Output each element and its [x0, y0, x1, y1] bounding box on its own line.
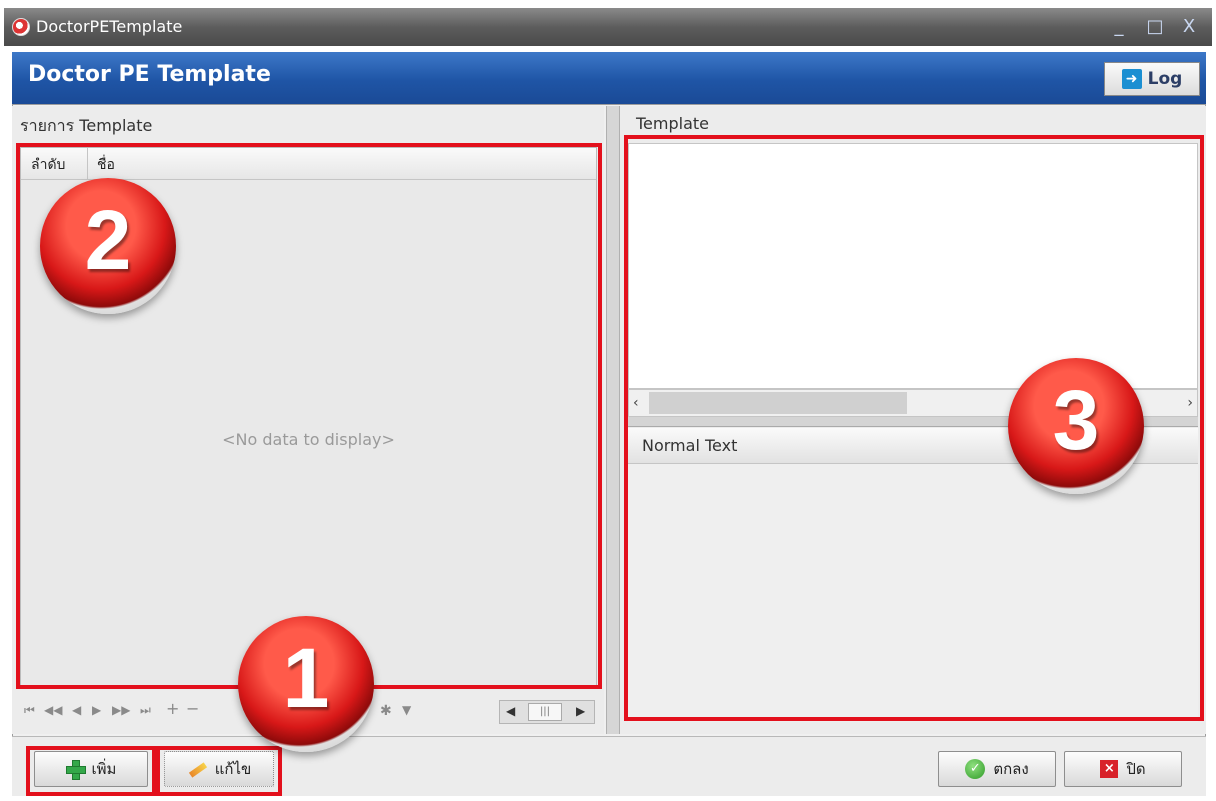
first-page-icon[interactable]: ⏮	[24, 703, 35, 718]
maximize-button[interactable]: □	[1142, 14, 1168, 40]
close-window-button[interactable]: X	[1176, 14, 1202, 40]
app-header: Doctor PE Template ➜ Log	[12, 52, 1206, 104]
next-page-icon[interactable]: ▶▶	[112, 703, 130, 717]
annotation-badge-1: 1	[238, 616, 374, 752]
template-caption: Template	[636, 114, 710, 133]
minimize-button[interactable]: _	[1106, 14, 1132, 40]
close-icon: ×	[1100, 760, 1119, 778]
next-record-icon[interactable]: ▶	[92, 703, 101, 717]
annotation-badge-2: 2	[40, 178, 176, 314]
prev-record-icon[interactable]: ◀	[72, 703, 81, 717]
last-page-icon[interactable]: ⏭	[140, 703, 151, 718]
app-logo-icon	[12, 18, 30, 36]
scroll-left-icon[interactable]: ◀	[506, 704, 515, 718]
template-list-caption: รายการ Template	[20, 116, 153, 135]
close-button-label: ปิด	[1126, 760, 1146, 778]
log-button[interactable]: ➜ Log	[1104, 62, 1200, 96]
ok-button[interactable]: ✓ ตกลง	[938, 751, 1056, 787]
grid-horizontal-scrollbar[interactable]: ◀ ||| ▶	[499, 700, 595, 724]
ok-button-label: ตกลง	[993, 760, 1029, 778]
page-title: Doctor PE Template	[28, 62, 271, 87]
check-icon: ✓	[965, 759, 986, 779]
annotation-box-edit	[156, 746, 282, 796]
delete-record-icon[interactable]: −	[186, 699, 199, 718]
cancel-edit-icon[interactable]: ✱	[380, 703, 392, 719]
log-icon: ➜	[1121, 69, 1142, 89]
annotation-badge-3: 3	[1008, 358, 1144, 494]
append-record-icon[interactable]: +	[166, 699, 179, 718]
scroll-right-icon[interactable]: ▶	[576, 704, 585, 718]
annotation-box-add	[26, 746, 156, 796]
window-title: DoctorPETemplate	[36, 17, 183, 36]
close-button[interactable]: × ปิด	[1064, 751, 1182, 787]
scroll-thumb[interactable]: |||	[528, 703, 562, 721]
prev-page-icon[interactable]: ◀◀	[44, 703, 62, 717]
filter-icon[interactable]: ▼	[402, 703, 411, 717]
log-button-label: Log	[1147, 69, 1183, 89]
vertical-splitter[interactable]	[606, 106, 620, 734]
window-titlebar: DoctorPETemplate _ □ X	[4, 8, 1212, 46]
